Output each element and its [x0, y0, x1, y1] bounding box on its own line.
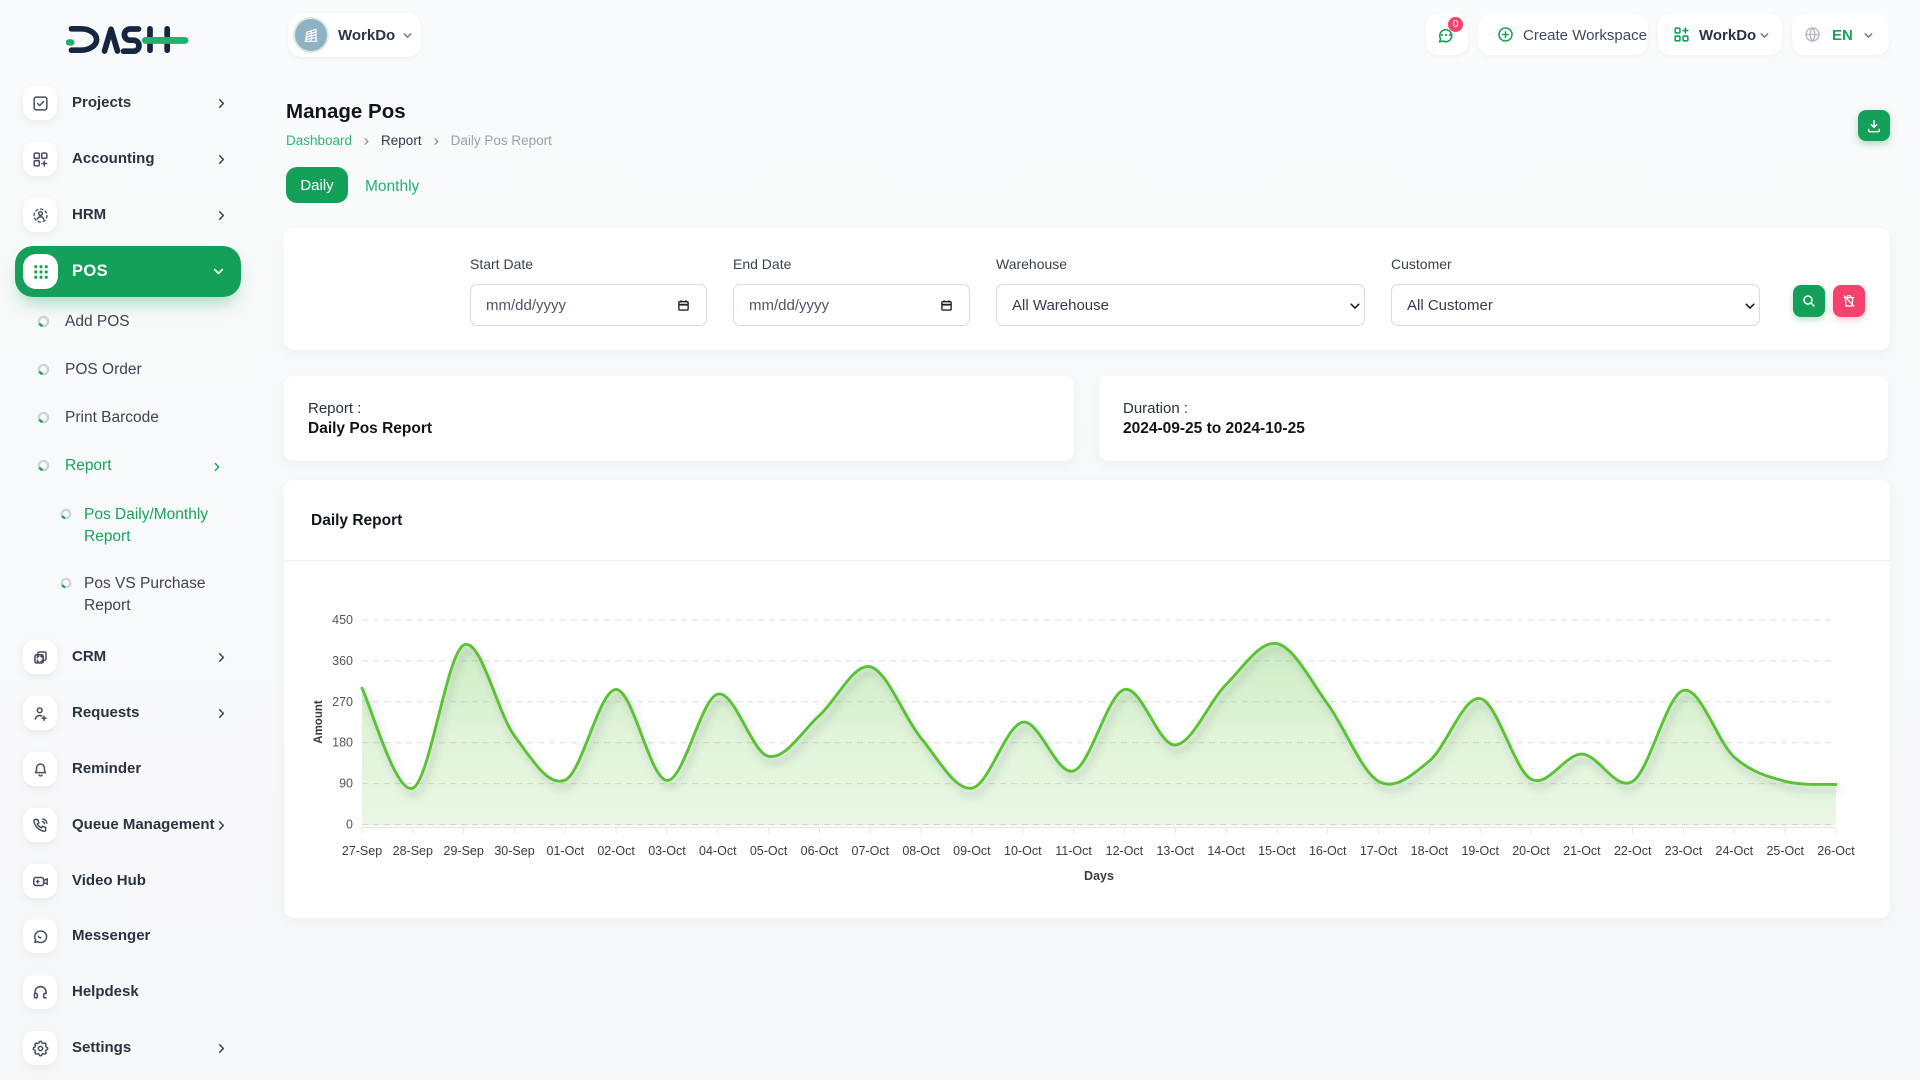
svg-text:270: 270: [332, 695, 353, 709]
svg-text:Amount: Amount: [313, 700, 325, 744]
svg-text:26-Oct: 26-Oct: [1817, 844, 1855, 858]
svg-text:17-Oct: 17-Oct: [1360, 844, 1398, 858]
svg-text:12-Oct: 12-Oct: [1106, 844, 1144, 858]
svg-text:0: 0: [346, 818, 353, 832]
svg-text:19-Oct: 19-Oct: [1461, 844, 1499, 858]
svg-text:18-Oct: 18-Oct: [1411, 844, 1449, 858]
svg-text:28-Sep: 28-Sep: [393, 844, 433, 858]
svg-text:06-Oct: 06-Oct: [801, 844, 839, 858]
svg-text:15-Oct: 15-Oct: [1258, 844, 1296, 858]
svg-text:16-Oct: 16-Oct: [1309, 844, 1347, 858]
svg-text:01-Oct: 01-Oct: [547, 844, 585, 858]
svg-text:180: 180: [332, 736, 353, 750]
svg-text:360: 360: [332, 654, 353, 668]
svg-text:25-Oct: 25-Oct: [1766, 844, 1804, 858]
svg-text:27-Sep: 27-Sep: [342, 844, 382, 858]
svg-text:03-Oct: 03-Oct: [648, 844, 686, 858]
svg-text:29-Sep: 29-Sep: [444, 844, 484, 858]
svg-text:02-Oct: 02-Oct: [597, 844, 635, 858]
svg-text:450: 450: [332, 613, 353, 627]
svg-text:20-Oct: 20-Oct: [1512, 844, 1550, 858]
svg-text:07-Oct: 07-Oct: [852, 844, 890, 858]
svg-text:11-Oct: 11-Oct: [1055, 844, 1092, 858]
svg-text:09-Oct: 09-Oct: [953, 844, 991, 858]
svg-text:90: 90: [339, 777, 353, 791]
svg-text:30-Sep: 30-Sep: [494, 844, 534, 858]
svg-text:04-Oct: 04-Oct: [699, 844, 737, 858]
svg-text:24-Oct: 24-Oct: [1716, 844, 1754, 858]
svg-text:Days: Days: [1084, 869, 1114, 883]
svg-text:13-Oct: 13-Oct: [1156, 844, 1194, 858]
svg-text:23-Oct: 23-Oct: [1665, 844, 1703, 858]
svg-text:14-Oct: 14-Oct: [1207, 844, 1245, 858]
svg-text:05-Oct: 05-Oct: [750, 844, 788, 858]
svg-text:08-Oct: 08-Oct: [902, 844, 940, 858]
svg-text:10-Oct: 10-Oct: [1004, 844, 1042, 858]
svg-text:22-Oct: 22-Oct: [1614, 844, 1652, 858]
svg-text:21-Oct: 21-Oct: [1563, 844, 1601, 858]
